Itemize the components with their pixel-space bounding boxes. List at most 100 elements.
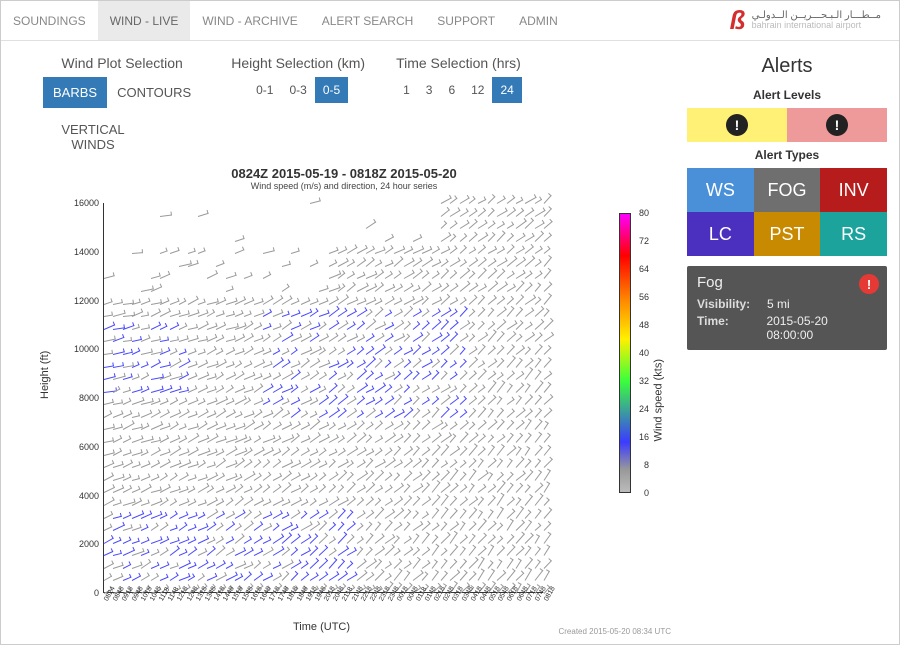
wind-barb <box>244 363 252 368</box>
wind-barb <box>487 348 495 355</box>
alert-type-lc[interactable]: LC <box>687 212 754 256</box>
wind-barb <box>347 274 355 279</box>
wind-barb <box>197 401 205 405</box>
wind-barb <box>525 486 531 493</box>
wind-barb <box>544 546 551 556</box>
nav-wind-live[interactable]: WIND - LIVE <box>98 1 191 40</box>
wind-barb <box>459 361 466 368</box>
wind-barb <box>310 262 318 267</box>
wind-barb <box>544 560 552 569</box>
wind-barb <box>347 349 356 355</box>
wind-barb <box>179 351 187 355</box>
wind-barb <box>375 500 382 506</box>
wind-barb <box>225 500 233 506</box>
wind-barb <box>328 451 336 456</box>
alert-type-ws[interactable]: WS <box>687 168 754 212</box>
nav-admin[interactable]: ADMIN <box>507 1 570 40</box>
wind-barb <box>497 223 506 229</box>
wind-barb <box>497 474 504 481</box>
active-alert-card[interactable]: ! Fog Visibility:5 mi Time:2015-05-20 08… <box>687 266 887 350</box>
wind-barb <box>403 400 412 405</box>
wind-barb <box>534 284 541 292</box>
wind-barb <box>226 314 235 317</box>
wind-barb <box>366 424 374 430</box>
wind-barb <box>516 283 525 292</box>
wind-barb <box>300 486 308 493</box>
time-24-button[interactable]: 24 <box>492 77 521 103</box>
wind-barb <box>282 502 290 506</box>
wind-barb <box>469 198 476 204</box>
wind-barb <box>459 398 467 405</box>
height-selection-title: Height Selection (km) <box>231 55 365 71</box>
wind-barb <box>534 261 541 267</box>
wind-barb <box>141 315 149 318</box>
wind-barb <box>216 460 226 468</box>
wind-barb <box>478 520 487 530</box>
plot-contours-button[interactable]: CONTOURS <box>107 77 201 108</box>
alert-type-pst[interactable]: PST <box>754 212 821 256</box>
wind-barb <box>506 286 515 292</box>
wind-barb <box>197 250 205 254</box>
wind-barb <box>394 373 402 380</box>
wind-barb <box>347 262 355 267</box>
wind-barb <box>431 446 440 455</box>
alert-type-rs[interactable]: RS <box>820 212 887 256</box>
wind-barb <box>469 297 478 305</box>
colorbar-tick: 80 <box>639 208 649 218</box>
wind-barb <box>113 450 122 456</box>
wind-barb <box>328 487 335 494</box>
wind-barb <box>366 523 373 531</box>
nav-soundings[interactable]: SOUNDINGS <box>1 1 98 40</box>
wind-barb <box>459 448 466 455</box>
logo-english: bahrain international airport <box>752 21 881 31</box>
wind-barb <box>450 223 458 229</box>
wind-barb <box>506 298 513 304</box>
top-nav-bar: SOUNDINGS WIND - LIVE WIND - ARCHIVE ALE… <box>1 1 899 41</box>
time-12-button[interactable]: 12 <box>463 77 492 103</box>
nav-wind-archive[interactable]: WIND - ARCHIVE <box>190 1 309 40</box>
wind-barb <box>188 363 197 367</box>
wind-barb <box>544 410 553 418</box>
wind-barb <box>216 387 225 392</box>
wind-barb <box>431 483 440 494</box>
wind-barb <box>413 498 421 506</box>
wind-barb <box>253 574 263 581</box>
wind-barb <box>459 373 467 380</box>
time-1-button[interactable]: 1 <box>395 77 418 103</box>
height-0-3-button[interactable]: 0-3 <box>281 77 314 103</box>
alert-level-yellow[interactable]: ! <box>687 108 787 142</box>
wind-barb <box>534 372 541 380</box>
wind-barb <box>123 340 132 342</box>
wind-barb <box>469 336 476 342</box>
wind-barb <box>366 498 374 505</box>
wind-barb <box>506 460 512 468</box>
wind-barb <box>525 247 534 255</box>
alert-type-fog[interactable]: FOG <box>754 168 821 212</box>
wind-barb <box>431 349 439 355</box>
wind-barb <box>328 525 335 531</box>
wind-barb <box>394 424 404 431</box>
wind-barb <box>544 499 550 506</box>
wind-barb <box>272 375 281 380</box>
nav-support[interactable]: SUPPORT <box>425 1 507 40</box>
wind-barb <box>319 463 327 468</box>
height-0-1-button[interactable]: 0-1 <box>248 77 281 103</box>
height-0-5-button[interactable]: 0-5 <box>315 77 348 103</box>
wind-barb <box>516 309 524 317</box>
wind-barb <box>104 301 112 305</box>
plot-barbs-button[interactable]: BARBS <box>43 77 107 108</box>
wind-barb <box>132 464 140 468</box>
nav-alert-search[interactable]: ALERT SEARCH <box>310 1 426 40</box>
wind-barb <box>487 562 493 569</box>
alert-type-inv[interactable]: INV <box>820 168 887 212</box>
plot-vertical-winds-button[interactable]: VERTICAL WINDS <box>43 114 143 160</box>
alert-level-red[interactable]: ! <box>787 108 887 142</box>
wind-barb <box>338 350 345 355</box>
time-3-button[interactable]: 3 <box>418 77 441 103</box>
wind-barb <box>478 270 487 279</box>
time-6-button[interactable]: 6 <box>440 77 463 103</box>
wind-barb <box>356 512 365 518</box>
wind-barb <box>263 401 271 406</box>
wind-barb <box>487 397 495 405</box>
wind-barb <box>291 313 301 318</box>
